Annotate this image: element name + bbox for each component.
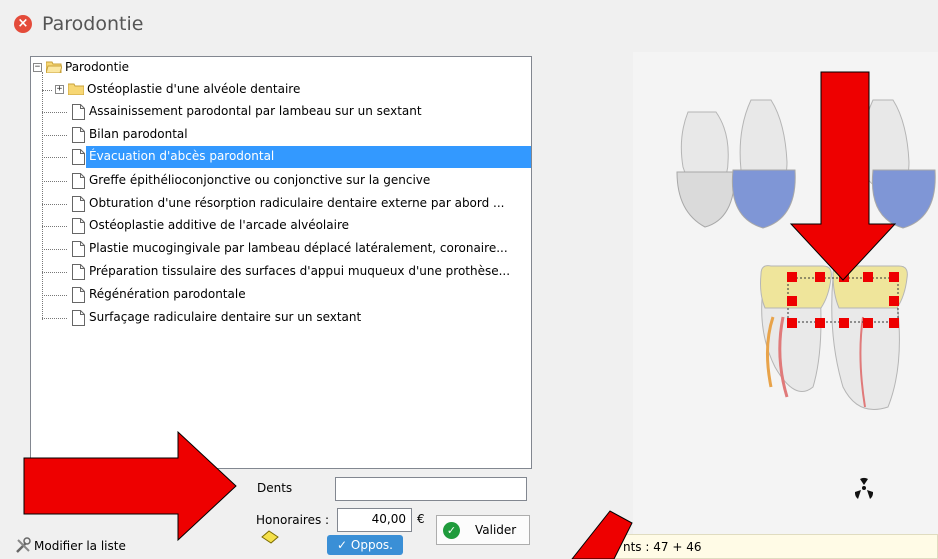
currency-symbol: € [417,512,425,526]
expand-icon[interactable]: + [55,85,64,94]
check-icon: ✓ [443,522,460,539]
tree-root[interactable]: − Parodontie [31,57,531,79]
tree-branch-line [42,112,67,113]
tree-item-osteoplastie-alveole[interactable]: + Ostéoplastie d'une alvéole dentaire [31,79,531,101]
tree-item-label: Régénération parodontale [89,287,246,301]
dents-label: Dents [257,481,293,495]
tree-item-evacuation[interactable]: Évacuation d'abcès parodontal [31,146,531,168]
tree-item-obturation[interactable]: Obturation d'une résorption radiculaire … [31,193,531,215]
honoraires-input[interactable]: 40,00 [337,508,412,532]
tree-branch-line [42,318,67,319]
window-title: Parodontie [42,13,144,35]
valider-label: Valider [475,523,517,537]
collapse-icon[interactable]: − [33,63,42,72]
document-icon [72,264,85,280]
tree-branch-line [42,226,67,227]
tree-item-label: Assainissement parodontal par lambeau su… [89,104,422,118]
tree-item-label: Plastie mucogingivale par lambeau déplac… [89,241,508,255]
annotation-arrow-right [23,430,237,542]
document-icon [72,149,85,165]
radiation-icon[interactable] [854,477,874,499]
document-icon [72,104,85,120]
tree-item-osteoplastie-additive[interactable]: Ostéoplastie additive de l'arcade alvéol… [31,215,531,237]
document-icon [72,287,85,303]
tree-root-label: Parodontie [65,60,130,74]
document-icon [72,218,85,234]
tree-item-surfacage[interactable]: Surfaçage radiculaire dentaire sur un se… [31,307,531,329]
tree-item-label: Obturation d'une résorption radiculaire … [89,196,505,210]
tree-item-greffe[interactable]: Greffe épithélioconjonctive ou conjoncti… [31,170,531,192]
tree-item-plastie[interactable]: Plastie mucogingivale par lambeau déplac… [31,238,531,260]
act-tree[interactable]: − Parodontie + Ostéoplastie d'une alvéol… [30,56,532,469]
tree-branch-line [42,157,67,158]
tree-item-label: Ostéoplastie d'une alvéole dentaire [87,82,301,96]
honoraires-label: Honoraires : [256,513,330,527]
tree-item-bilan[interactable]: Bilan parodontal [31,124,531,146]
tree-branch-line [42,249,67,250]
close-circle-icon[interactable]: × [14,15,32,33]
tree-branch-line [42,90,52,91]
tree-item-preparation[interactable]: Préparation tissulaire des surfaces d'ap… [31,261,531,283]
tree-item-label: Ostéoplastie additive de l'arcade alvéol… [89,218,350,232]
valider-button[interactable]: ✓ Valider [436,515,530,545]
document-icon [72,241,85,257]
modifier-liste-label: Modifier la liste [34,539,126,553]
tree-item-label: Évacuation d'abcès parodontal [89,149,275,163]
tree-item-regeneration[interactable]: Régénération parodontale [31,284,531,306]
document-icon [72,310,85,326]
tooth-upper-crown-marked[interactable] [871,169,936,229]
tools-icon [16,537,31,553]
annotation-arrow-up [571,510,633,559]
oppos-toggle[interactable]: ✓ Oppos. [327,535,403,555]
tree-branch-line [42,181,67,182]
document-icon [72,196,85,212]
status-bar: nts : 47 + 46 [612,534,938,559]
document-icon [72,173,85,189]
tree-branch-line [42,295,67,296]
tree-branch-line [42,135,67,136]
tree-item-label: Surfaçage radiculaire dentaire sur un se… [89,310,362,324]
folder-open-icon [46,61,62,73]
title-bar: × Parodontie [0,0,938,52]
tree-item-label: Préparation tissulaire des surfaces d'ap… [89,264,511,278]
dents-input[interactable] [335,477,527,501]
eraser-icon[interactable] [261,530,279,544]
document-icon [72,127,85,143]
dental-chart[interactable] [633,52,938,534]
tree-item-assainissement[interactable]: Assainissement parodontal par lambeau su… [31,101,531,123]
tooth-upper-crown[interactable] [676,171,736,228]
tree-item-label: Bilan parodontal [89,127,188,141]
tree-item-label: Greffe épithélioconjonctive ou conjoncti… [89,173,431,187]
tooth-upper-crown-marked[interactable] [731,169,796,229]
folder-icon [68,83,84,95]
tree-branch-line [42,272,67,273]
tree-branch-line [42,204,67,205]
